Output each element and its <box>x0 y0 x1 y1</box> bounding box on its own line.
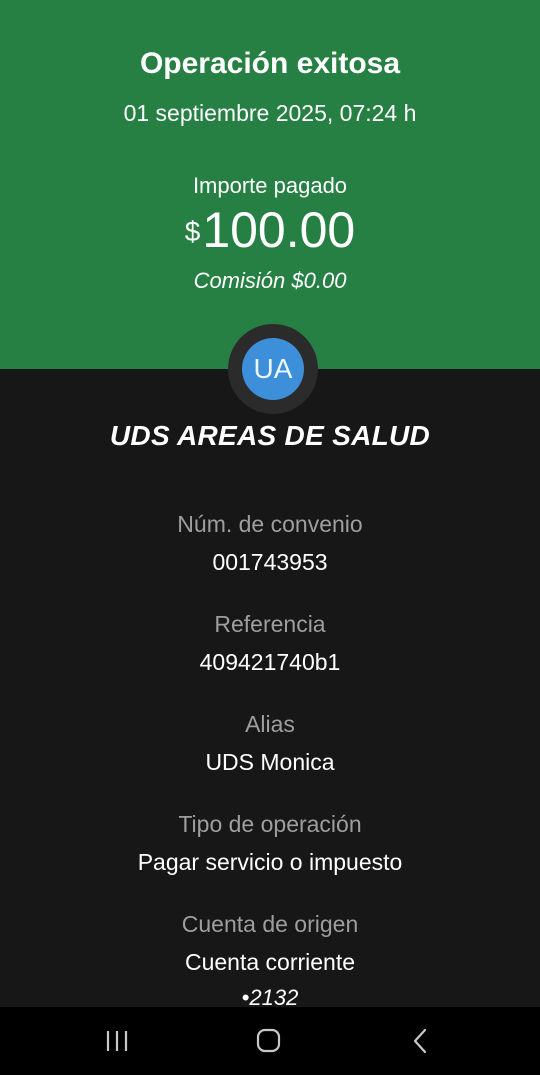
detail-value: 409421740b1 <box>199 649 341 675</box>
home-icon <box>256 1028 281 1053</box>
home-button[interactable] <box>218 1007 318 1075</box>
amount-label: Importe pagado <box>192 173 348 198</box>
detail-value: 001743953 <box>212 549 328 575</box>
detail-label: Tipo de operación <box>178 811 362 837</box>
operation-details: Núm. de convenio 001743953 Referencia 40… <box>0 505 540 1010</box>
system-navigation-bar <box>0 1007 540 1075</box>
detail-operation-type: Tipo de operación Pagar servicio o impue… <box>0 805 540 905</box>
detail-label: Núm. de convenio <box>177 511 363 537</box>
operation-datetime: 01 septiembre 2025, 07:24 h <box>123 100 417 126</box>
detail-agreement-number: Núm. de convenio 001743953 <box>0 505 540 605</box>
page-title: Operación exitosa <box>139 47 401 80</box>
amount-paid: $100.00 <box>0 200 540 260</box>
fee-text: Comisión $0.00 <box>193 268 347 293</box>
amount-value: 100.00 <box>202 202 356 258</box>
detail-value: UDS Monica <box>205 749 335 775</box>
back-button[interactable] <box>370 1007 470 1075</box>
currency-symbol: $ <box>184 216 201 247</box>
merchant-name: UDS AREAS DE SALUD <box>109 420 431 451</box>
detail-value: Pagar servicio o impuesto <box>137 849 403 875</box>
back-icon <box>413 1028 427 1054</box>
recents-icon <box>106 1031 128 1051</box>
detail-label: Cuenta de origen <box>181 911 359 937</box>
recents-button[interactable] <box>67 1007 167 1075</box>
detail-alias: Alias UDS Monica <box>0 705 540 805</box>
detail-source-account: Cuenta de origen Cuenta corriente •2132 <box>0 905 540 1010</box>
detail-label: Alias <box>245 711 295 737</box>
detail-reference: Referencia 409421740b1 <box>0 605 540 705</box>
detail-value: Cuenta corriente <box>184 949 356 975</box>
success-header: Operación exitosa 01 septiembre 2025, 07… <box>0 0 540 369</box>
detail-label: Referencia <box>214 611 326 637</box>
merchant-avatar: UA <box>242 338 304 400</box>
